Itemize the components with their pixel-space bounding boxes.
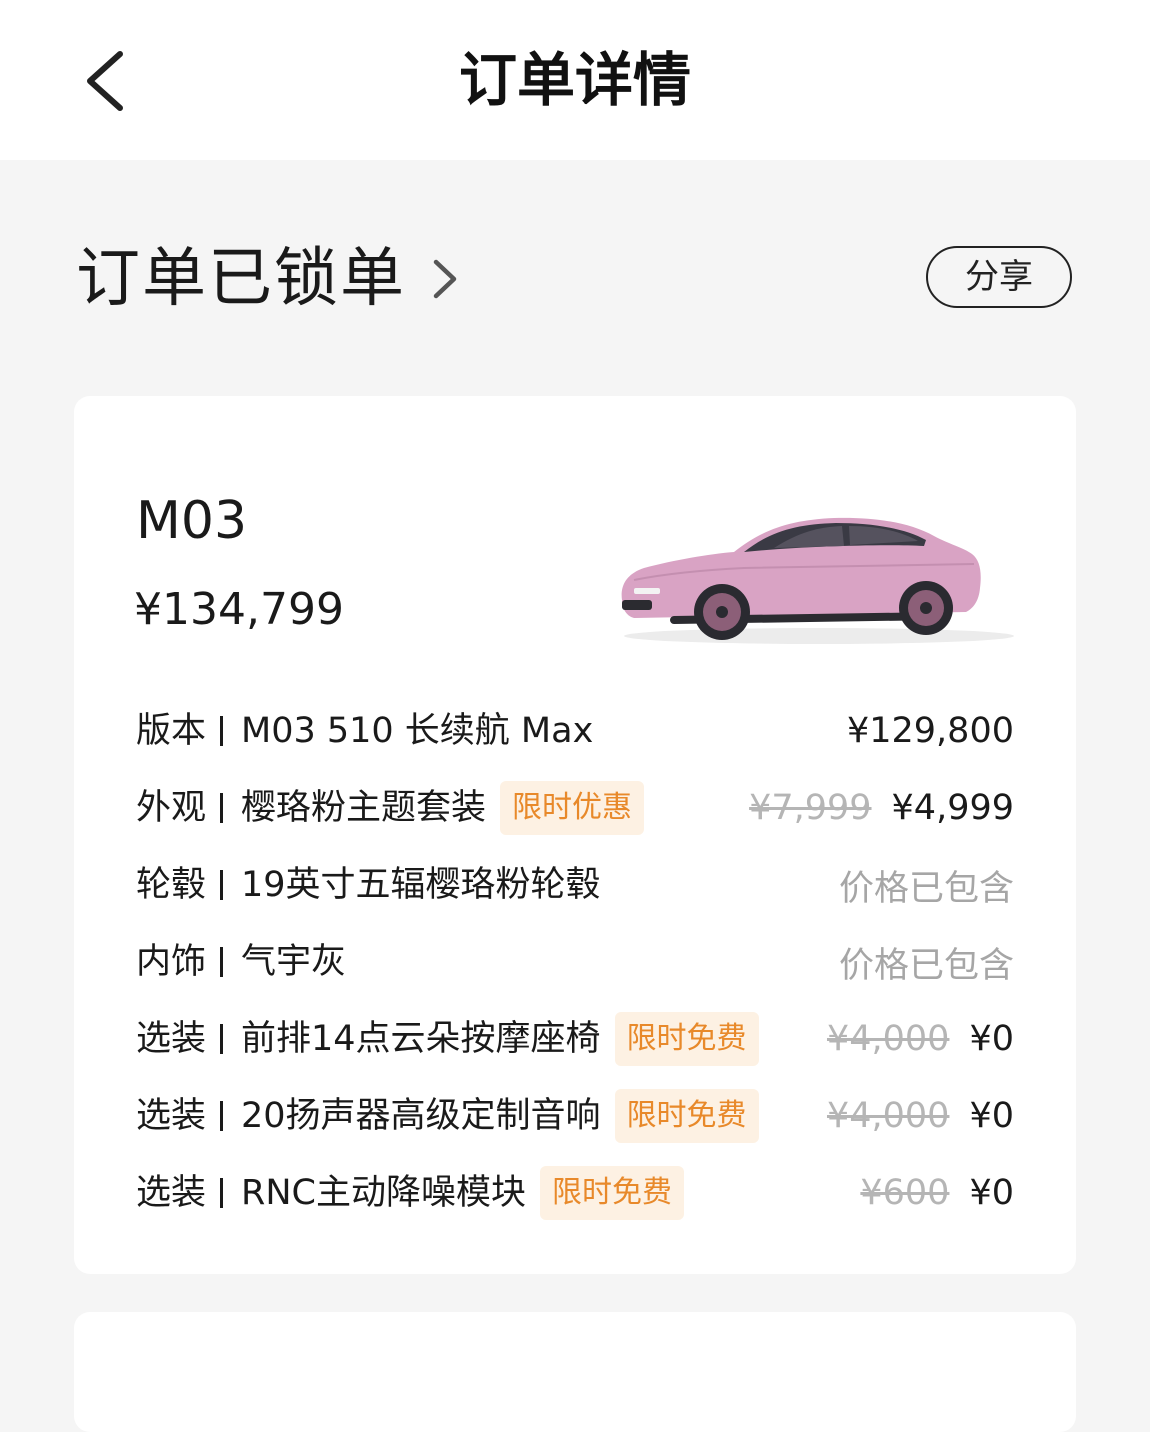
row-category: 内饰 (136, 942, 207, 982)
car-image (621, 517, 1014, 644)
config-row: 选装 前排14点云朵按摩座椅 限时免费 ¥4,000 ¥0 (136, 1010, 1014, 1068)
order-status-text: 订单已锁单 (76, 242, 406, 316)
promo-tag: 限时优惠 (500, 781, 645, 835)
config-row: 选装 20扬声器高级定制音响 限时免费 ¥4,000 ¥0 (136, 1087, 1014, 1145)
config-row: 选装 RNC主动降噪模块 限时免费 ¥600 ¥0 (136, 1164, 1014, 1222)
row-price: ¥0 (969, 1019, 1014, 1059)
config-row: 内饰 气宇灰 价格已包含 (136, 933, 1014, 991)
row-separator (220, 1101, 224, 1131)
row-item: 气宇灰 (241, 942, 347, 982)
row-category: 版本 (136, 711, 207, 751)
config-row: 外观 樱珞粉主题套装 限时优惠 ¥7,999 ¥4,999 (136, 779, 1014, 837)
row-separator (220, 947, 224, 977)
row-category: 选装 (136, 1019, 207, 1059)
row-price: ¥129,800 (846, 711, 1014, 751)
config-row: 轮毂 19英寸五辐樱珞粉轮毂 价格已包含 (136, 856, 1014, 914)
top-navigation-bar: 订单详情 (0, 0, 1150, 160)
promo-tag: 限时免费 (539, 1166, 684, 1220)
row-item: 樱珞粉主题套装 (241, 788, 487, 828)
row-price: ¥0 (969, 1173, 1014, 1213)
promo-tag: 限时免费 (614, 1089, 759, 1143)
original-price: ¥600 (860, 1173, 950, 1213)
promo-tag: 限时免费 (614, 1012, 759, 1066)
row-category: 外观 (136, 788, 207, 828)
order-summary-card: M03 ¥134,799 版本 M03 510 长续航 Max ¥129,800… (74, 396, 1076, 1274)
original-price: ¥4,000 (826, 1019, 950, 1059)
row-item: RNC主动降噪模块 (241, 1173, 526, 1213)
original-price: ¥7,999 (749, 788, 872, 828)
row-separator (220, 870, 224, 900)
price-included-text: 价格已包含 (838, 945, 1014, 986)
row-category: 选装 (136, 1096, 207, 1136)
order-status-link[interactable]: 订单已锁单 (76, 234, 464, 324)
row-price: ¥0 (969, 1096, 1014, 1136)
row-item: 19英寸五辐樱珞粉轮毂 (241, 865, 601, 905)
next-section-card (74, 1312, 1076, 1432)
row-separator (220, 1178, 224, 1208)
car-model-name: M03 (136, 491, 248, 551)
chevron-right-icon (433, 259, 457, 299)
row-separator (220, 793, 224, 823)
original-price: ¥4,000 (826, 1096, 950, 1136)
page-title: 订单详情 (458, 46, 691, 114)
row-category: 选装 (136, 1173, 207, 1213)
row-item: M03 510 长续航 Max (241, 711, 594, 751)
price-included-text: 价格已包含 (838, 868, 1014, 909)
row-category: 轮毂 (136, 865, 207, 905)
row-item: 前排14点云朵按摩座椅 (241, 1019, 601, 1059)
row-separator (220, 1024, 224, 1054)
car-total-price: ¥134,799 (134, 584, 344, 635)
row-item: 20扬声器高级定制音响 (241, 1096, 601, 1136)
config-row: 版本 M03 510 长续航 Max ¥129,800 (136, 702, 1014, 760)
share-button[interactable]: 分享 (926, 246, 1072, 308)
row-price: ¥4,999 (891, 788, 1014, 828)
row-separator (220, 716, 224, 746)
